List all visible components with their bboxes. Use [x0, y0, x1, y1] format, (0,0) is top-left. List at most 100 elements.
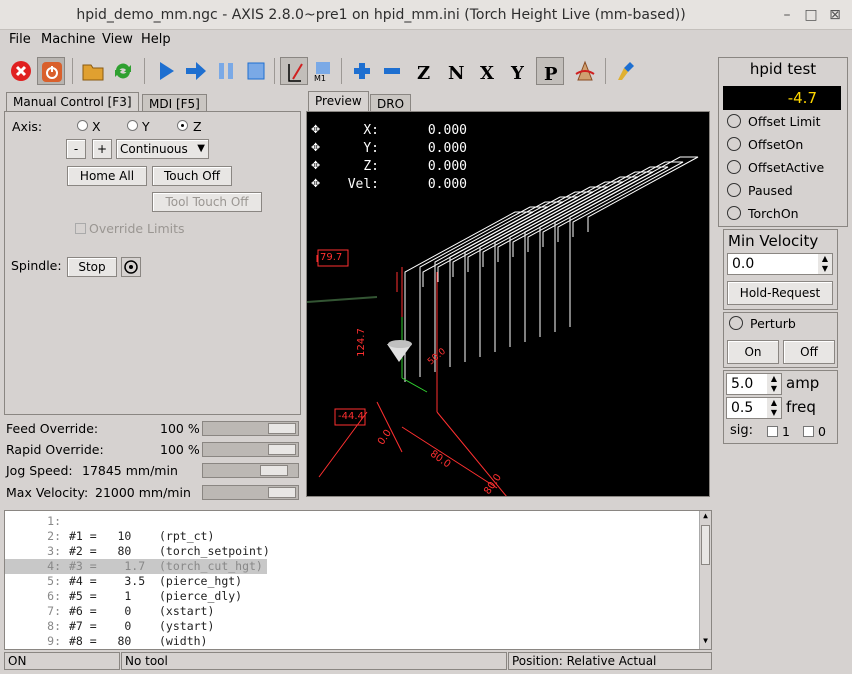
close-button[interactable]: ⊠	[825, 6, 845, 24]
clear-plot-button[interactable]	[613, 57, 641, 85]
axis-y-radio[interactable]	[127, 120, 138, 131]
touch-off-button[interactable]: Touch Off	[152, 166, 232, 186]
manual-control-panel: Axis: X Y Z - + Continuous ▼ Home All To…	[4, 111, 301, 415]
scroll-thumb[interactable]	[701, 525, 710, 565]
slider-thumb[interactable]	[268, 423, 296, 434]
view-x-icon: X	[480, 63, 494, 82]
spindle-orient-button[interactable]	[121, 257, 141, 277]
tab-mdi[interactable]: MDI [F5]	[142, 94, 207, 112]
svg-text:M1: M1	[314, 74, 326, 82]
spin-arrows-icon[interactable]: ▲ ▼	[767, 398, 781, 418]
gcode-text-view[interactable]: 1: 2: #1 = 10 (rpt_ct) 3: #2 = 80 (torch_set…	[4, 510, 712, 650]
min-velocity-label: Min Velocity	[728, 232, 819, 250]
step-button[interactable]	[182, 57, 210, 85]
minimize-button[interactable]: –	[777, 6, 797, 24]
jog-speed-slider[interactable]	[202, 463, 299, 478]
run-button[interactable]	[152, 57, 180, 85]
jog-mode-select[interactable]: Continuous ▼	[116, 139, 209, 159]
gcode-line[interactable]: 1:	[5, 514, 695, 529]
sig-1-checkbox[interactable]	[767, 426, 778, 437]
svg-text:Y: Y	[510, 63, 525, 82]
slider-thumb[interactable]	[260, 465, 288, 476]
tab-preview[interactable]: Preview	[308, 91, 369, 112]
override-limits-label: Override Limits	[89, 221, 185, 236]
code-scrollbar[interactable]: ▲ ▼	[699, 511, 711, 649]
dim-label: 79.7	[320, 252, 343, 263]
menu-file[interactable]: File	[9, 32, 31, 47]
stop-button[interactable]	[242, 57, 270, 85]
gcode-line[interactable]: 9: #8 = 80 (width)	[5, 634, 695, 649]
view-z2-button[interactable]: N	[442, 57, 470, 85]
spindle-stop-button[interactable]: Stop	[67, 257, 117, 277]
tab-dro[interactable]: DRO	[370, 94, 412, 112]
home-all-button[interactable]: Home All	[67, 166, 147, 186]
gcode-line[interactable]: 7: #6 = 0 (xstart)	[5, 604, 695, 619]
feed-override-value: 100 %	[160, 421, 200, 436]
feed-override-label: Feed Override:	[6, 421, 99, 436]
scroll-down-icon[interactable]: ▼	[700, 636, 711, 648]
hpid-panel: hpid test -4.7 Offset Limit OffsetOn Off…	[718, 57, 848, 227]
sig-0-checkbox[interactable]	[803, 426, 814, 437]
min-velocity-value: 0.0	[732, 256, 755, 272]
menu-machine[interactable]: Machine	[41, 32, 95, 47]
perturb-off-button[interactable]: Off	[783, 340, 835, 364]
reload-button[interactable]	[109, 57, 137, 85]
gcode-line-text: #4 = 3.5 (pierce_hgt)	[69, 574, 243, 588]
gcode-line[interactable]: 4: #3 = 1.7 (torch_cut_hgt)	[5, 559, 267, 574]
view-x-button[interactable]: X	[474, 57, 502, 85]
dro-vel-value: 0.000	[427, 177, 467, 192]
feed-override-slider[interactable]	[202, 421, 299, 436]
hold-request-button[interactable]: Hold-Request	[727, 281, 833, 305]
rapid-override-slider[interactable]	[202, 442, 299, 457]
perturb-on-button[interactable]: On	[727, 340, 779, 364]
reload-icon	[115, 63, 131, 79]
freq-input[interactable]: 0.5 ▲ ▼	[726, 397, 782, 419]
open-file-button[interactable]	[79, 57, 107, 85]
jog-minus-button[interactable]: -	[66, 139, 86, 159]
pause-button[interactable]	[212, 57, 240, 85]
view-p-button[interactable]: P	[536, 57, 564, 85]
scroll-up-icon[interactable]: ▲	[700, 511, 711, 523]
gcode-line[interactable]: 3: #2 = 80 (torch_setpoint)	[5, 544, 695, 559]
optional-stop-button[interactable]: M1	[309, 57, 337, 85]
power-button[interactable]	[37, 57, 65, 85]
tab-manual-control[interactable]: Manual Control [F3]	[6, 92, 139, 112]
min-velocity-input[interactable]: 0.0 ▲ ▼	[727, 253, 833, 275]
axis-z-radio[interactable]	[177, 120, 188, 131]
tool-touch-off-button[interactable]: Tool Touch Off	[152, 192, 262, 212]
gcode-line-number: 3:	[47, 544, 61, 558]
slider-thumb[interactable]	[268, 444, 296, 455]
menu-help[interactable]: Help	[141, 32, 171, 47]
toolpath-segment	[554, 161, 684, 332]
jog-plus-button[interactable]: +	[92, 139, 112, 159]
offset-limit-led	[727, 114, 741, 128]
dim-label: -44.4	[338, 411, 364, 422]
maximize-button[interactable]: □	[801, 6, 821, 24]
gcode-line[interactable]: 6: #5 = 1 (pierce_dly)	[5, 589, 695, 604]
rotate-button[interactable]	[571, 57, 599, 85]
preview-canvas[interactable]: ✥ ✥ ✥ ✥ X: 0.000 Y: 0.000 Z: 0.000 Vel: …	[306, 111, 710, 497]
gcode-line[interactable]: 5: #4 = 3.5 (pierce_hgt)	[5, 574, 695, 589]
gcode-line[interactable]: 2: #1 = 10 (rpt_ct)	[5, 529, 695, 544]
zoom-out-button[interactable]	[378, 57, 406, 85]
block-delete-button[interactable]	[280, 57, 308, 85]
spindle-label: Spindle:	[11, 258, 62, 273]
gcode-line[interactable]: 8: #7 = 0 (ystart)	[5, 619, 695, 634]
gcode-line-text: #2 = 80 (torch_setpoint)	[69, 544, 270, 558]
view-y-button[interactable]: Y	[505, 57, 533, 85]
spin-arrows-icon[interactable]: ▲ ▼	[818, 254, 832, 274]
offset-active-led	[727, 160, 741, 174]
zoom-in-button[interactable]	[348, 57, 376, 85]
override-limits-checkbox[interactable]	[75, 223, 86, 234]
spin-arrows-icon[interactable]: ▲ ▼	[767, 374, 781, 394]
max-velocity-slider[interactable]	[202, 485, 299, 500]
zoom-in-icon	[354, 63, 370, 79]
axis-x-radio[interactable]	[77, 120, 88, 131]
menu-view[interactable]: View	[102, 32, 133, 47]
estop-button[interactable]	[7, 57, 35, 85]
view-z-button[interactable]: Z	[411, 57, 439, 85]
slider-thumb[interactable]	[268, 487, 296, 498]
gcode-line-text: #7 = 0 (ystart)	[69, 619, 215, 633]
amp-input[interactable]: 5.0 ▲ ▼	[726, 373, 782, 395]
offset-on-led	[727, 137, 741, 151]
